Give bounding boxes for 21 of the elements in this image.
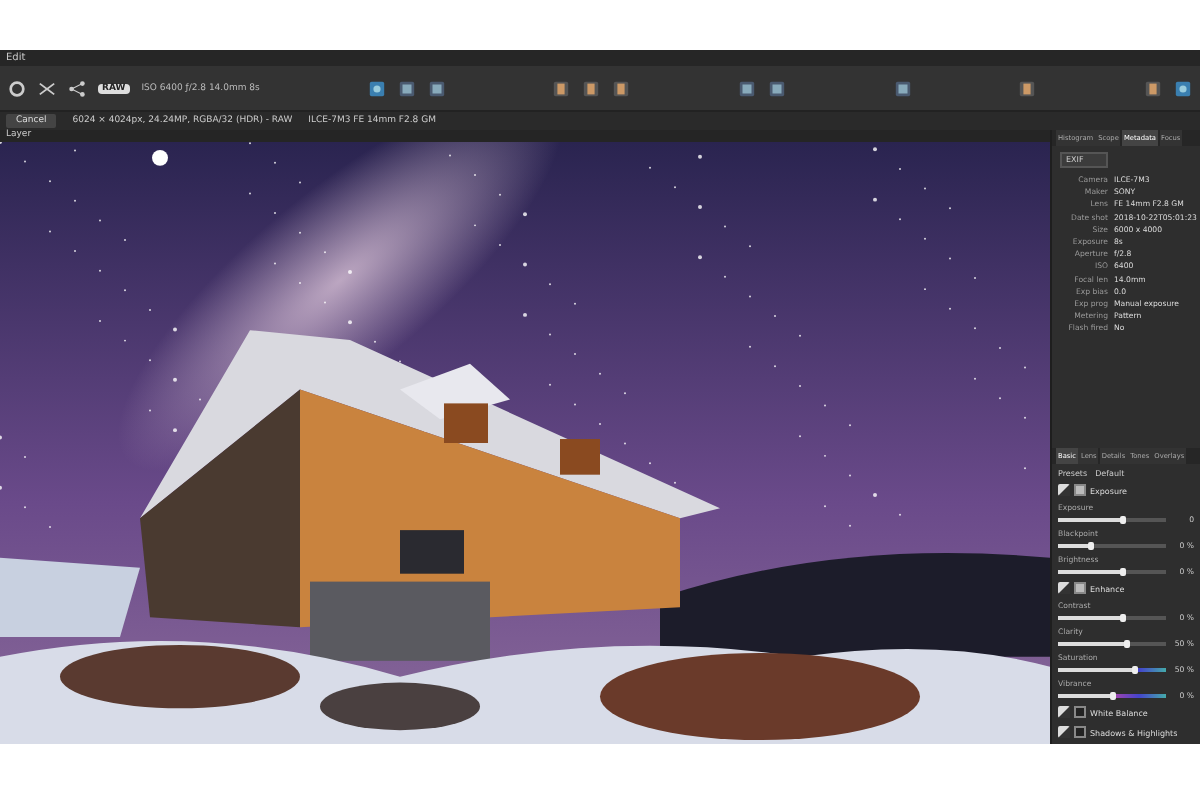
section-checkbox[interactable] (1074, 582, 1086, 594)
slider-thumb[interactable] (1119, 515, 1126, 523)
slider-thumb[interactable] (1124, 639, 1131, 647)
color-icon[interactable] (1144, 79, 1162, 97)
view-icon[interactable] (367, 79, 386, 97)
section-checkbox[interactable] (1074, 706, 1086, 718)
section-checkbox[interactable] (1074, 726, 1086, 738)
section-icon (1058, 582, 1070, 594)
slider-thumb[interactable] (1119, 567, 1126, 575)
tool-icon[interactable] (893, 79, 912, 97)
slider-thumb[interactable] (1119, 613, 1126, 621)
section-checkbox[interactable] (1074, 484, 1086, 496)
tool-icon[interactable] (1018, 79, 1037, 97)
slider-thumb[interactable] (1132, 665, 1139, 673)
share-icon[interactable] (68, 79, 86, 97)
slider-thumb[interactable] (1087, 541, 1094, 549)
slider-thumb[interactable] (1109, 691, 1115, 699)
section-icon (1058, 484, 1070, 496)
section-icon (1058, 726, 1070, 738)
color-icon[interactable] (1174, 79, 1192, 97)
section-icon (1058, 706, 1070, 718)
